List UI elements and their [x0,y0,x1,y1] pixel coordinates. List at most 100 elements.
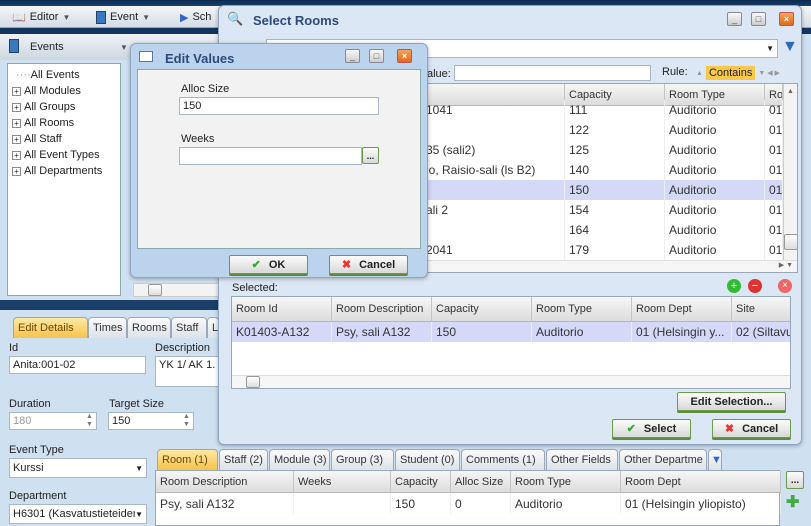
events-icon [9,39,19,53]
column-header[interactable]: Room Type [532,297,632,322]
add-icon[interactable]: ✚ [786,492,799,512]
chevron-down-icon: ▼ [135,509,143,519]
tab-other-fields[interactable]: Other Fields [546,449,618,470]
check-icon: ✔ [251,259,261,271]
table-cell: 01 [765,220,783,240]
cancel-button[interactable]: ✖ Cancel [712,419,791,438]
expand-icon: + [12,102,21,112]
tab-other-departments[interactable]: Other Departme [619,449,707,470]
table-cell: ali 2 [422,200,565,220]
schedule-menu[interactable]: ▶ Sch [180,9,211,25]
tab-times[interactable]: Times [88,317,127,338]
column-header[interactable]: Capacity [391,471,451,493]
edit-selection-button[interactable]: Edit Selection... [677,392,786,411]
expand-icon: + [12,150,21,160]
rule-selector[interactable]: ▲ Contains ▼ ◀ ▶ [696,65,796,81]
column-header[interactable]: Room Description [156,471,294,493]
tab-room[interactable]: Room (1) [157,449,218,470]
expand-icon: + [12,118,21,128]
maximize-button[interactable]: □ [369,49,384,63]
tree-item[interactable]: + All Departments [8,163,120,179]
column-header[interactable]: Room Id [232,297,332,322]
column-header[interactable]: Room Description [332,297,432,322]
tree-item[interactable]: + All Event Types [8,147,120,163]
weeks-browse-button[interactable]: ... [362,147,379,164]
tab-rooms[interactable]: Rooms [127,317,171,338]
add-icon[interactable]: + [727,279,741,293]
tab-module[interactable]: Module (3) [269,449,330,470]
minimize-button[interactable]: _ [727,12,742,26]
table-cell: Auditorio [665,100,765,120]
column-header[interactable]: Site [732,297,790,322]
column-header[interactable]: Weeks [294,471,391,493]
tree-item[interactable]: + All Modules [8,83,120,99]
spinner-icon[interactable]: ▲ ▼ [86,413,93,429]
vertical-scrollbar[interactable]: ▲ [783,84,797,260]
rule-label: Rule: [662,66,688,78]
table-cell: 164 [565,220,665,240]
editor-menu[interactable]: 📖 Editor ▼ [12,9,70,25]
value-input[interactable] [454,65,651,81]
x-icon: ✖ [724,423,735,435]
select-button[interactable]: ✔ Select [612,419,691,438]
alloc-size-input[interactable]: 150 [179,97,379,115]
maximize-button[interactable]: □ [751,12,766,26]
clear-icon[interactable]: × [778,279,792,293]
tree-item[interactable]: + All Staff [8,131,120,147]
event-menu[interactable]: Event ▼ [96,9,150,25]
chevron-down-icon[interactable]: ▼ [120,43,128,52]
tab-comments[interactable]: Comments (1) [461,449,545,470]
table-row[interactable]: K01403-A132 Psy, sali A132 150 Auditorio 01 … [232,322,790,342]
description-input[interactable]: YK 1/ AK 1. [155,356,220,387]
duration-input[interactable]: 180 [9,412,97,430]
tabs-overflow-icon[interactable]: ▼ [708,449,722,470]
dialog-body: Alloc Size 150 Weeks ... [137,69,421,249]
cancel-button[interactable]: ✖ Cancel [329,255,408,274]
table-cell: 111 [565,100,665,120]
target-size-input[interactable]: 150 [108,412,194,430]
table-cell: lo, Raisio-sali (ls B2) [422,160,565,180]
tab-student[interactable]: Student (0) [395,449,460,470]
minimize-button[interactable]: _ [345,49,360,63]
table-cell: 02 (Siltavuo [732,322,790,342]
close-button[interactable]: × [397,49,412,63]
column-header[interactable]: Room Dept [632,297,732,322]
remove-icon[interactable]: − [748,279,762,293]
tree-item[interactable]: ····All Events [8,67,120,83]
tree-item[interactable]: + All Rooms [8,115,120,131]
horizontal-scrollbar[interactable] [232,375,790,388]
column-header[interactable]: Room Dept [621,471,781,493]
tab-group[interactable]: Group (3) [331,449,394,470]
department-select[interactable]: H6301 (Kasvatustieteider ▼ [9,504,147,524]
column-header[interactable]: Capacity [432,297,532,322]
divider [0,300,220,310]
close-button[interactable]: × [779,12,794,26]
resource-tabs: Room (1) Staff (2) Module (3) Group (3) … [155,449,735,470]
column-header[interactable]: Alloc Size [451,471,511,493]
ok-button[interactable]: ✔ OK [229,255,308,274]
table-cell: 1041 [422,100,565,120]
table-cell: 179 [565,240,665,260]
tab-edit-details[interactable]: Edit Details [13,317,88,338]
weeks-input[interactable] [179,147,362,165]
horizontal-scrollbar[interactable] [133,283,221,297]
id-label: Id [9,342,19,354]
tab-staff[interactable]: Staff [171,317,207,338]
spinner-icon[interactable]: ▲ ▼ [183,413,190,429]
chevron-down-icon: ▼ [135,463,143,473]
more-button[interactable]: ... [786,471,804,489]
tab-staff[interactable]: Staff (2) [219,449,268,470]
id-input[interactable]: Anita:001-02 [9,356,146,374]
resource-grid: Room Description Weeks Capacity Alloc Si… [155,470,781,526]
tree-item[interactable]: + All Groups [8,99,120,115]
alloc-size-label: Alloc Size [181,83,230,95]
event-type-select[interactable]: Kurssi ▼ [9,458,147,478]
table-cell: 01 (Helsingin y... [632,322,732,342]
column-header[interactable]: Room Type [511,471,621,493]
event-icon [96,10,106,24]
department-label: Department [9,490,67,502]
event-label: Event [110,11,139,23]
table-cell: 35 (sali2) [422,140,565,160]
book-icon: 📖 [12,11,26,24]
filter-icon[interactable]: ▼ [782,38,798,56]
